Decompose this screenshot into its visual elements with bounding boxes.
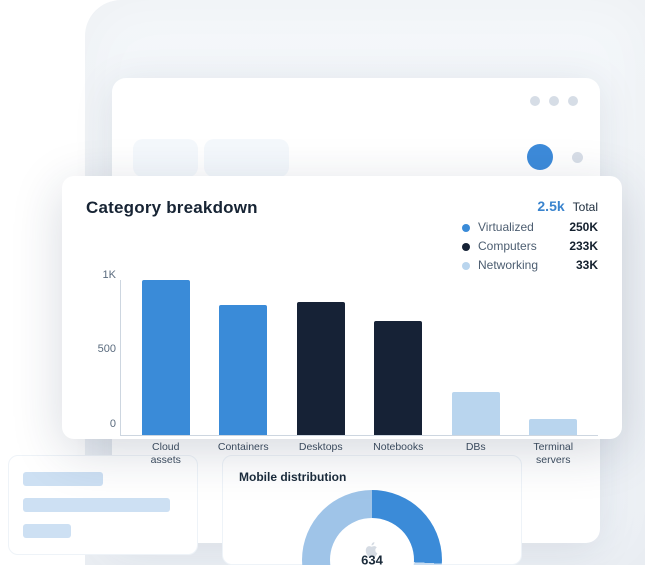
legend-name: Networking (478, 256, 550, 275)
bar[interactable] (142, 280, 190, 435)
carousel-dot-active[interactable] (527, 144, 553, 170)
y-tick-label: 500 (98, 343, 116, 355)
bar-column (282, 280, 360, 435)
legend-total-label: Total (573, 200, 598, 214)
legend-name: Computers (478, 237, 550, 256)
carousel-dot[interactable] (572, 152, 583, 163)
plot-area: CloudassetsContainersDesktopsNotebooksDB… (120, 280, 598, 436)
bar-column (437, 280, 515, 435)
window-controls (530, 96, 578, 106)
y-axis: 1K5000 (86, 280, 120, 462)
category-breakdown-card: Category breakdown 2.5k Total Virtualize… (62, 176, 622, 439)
mobile-distribution-card: Mobile distribution 634 (222, 455, 522, 565)
legend-value: 33K (558, 256, 598, 275)
category-label: Desktops (282, 441, 360, 467)
bar-chart: 1K5000 CloudassetsContainersDesktopsNote… (86, 280, 598, 462)
bar-column (515, 280, 593, 435)
mobile-distribution-title: Mobile distribution (239, 470, 505, 484)
bar[interactable] (297, 302, 345, 435)
legend-item[interactable]: Networking 33K (462, 256, 598, 275)
bar[interactable] (219, 305, 267, 435)
filter-chip[interactable] (204, 139, 289, 177)
legend-dot (462, 243, 470, 251)
card-title: Category breakdown (86, 198, 258, 218)
legend-value: 233K (558, 237, 598, 256)
category-label: DBs (437, 441, 515, 467)
window-dot (568, 96, 578, 106)
donut-center-value: 634 (361, 553, 383, 565)
donut-chart: 634 (302, 490, 442, 565)
mini-bar (23, 524, 71, 538)
bar[interactable] (529, 419, 577, 435)
filter-chip[interactable] (133, 139, 198, 177)
bar-column (360, 280, 438, 435)
mini-bar (23, 498, 170, 512)
bar-column (205, 280, 283, 435)
legend-item[interactable]: Virtualized 250K (462, 218, 598, 237)
legend: 2.5k Total Virtualized250KComputers233KN… (462, 198, 598, 276)
mini-bar (23, 472, 103, 486)
window-dot (530, 96, 540, 106)
bar[interactable] (374, 321, 422, 435)
bar-column (127, 280, 205, 435)
legend-total-value: 2.5k (537, 198, 564, 214)
y-tick-label: 1K (103, 269, 116, 281)
bar[interactable] (452, 392, 500, 435)
legend-dot (462, 262, 470, 270)
legend-name: Virtualized (478, 218, 550, 237)
category-label: Cloudassets (127, 441, 205, 467)
legend-value: 250K (558, 218, 598, 237)
category-label: Terminalservers (515, 441, 593, 467)
legend-item[interactable]: Computers 233K (462, 237, 598, 256)
mini-card (8, 455, 198, 555)
legend-dot (462, 224, 470, 232)
category-label: Containers (205, 441, 283, 467)
y-tick-label: 0 (110, 418, 116, 430)
window-dot (549, 96, 559, 106)
category-label: Notebooks (360, 441, 438, 467)
